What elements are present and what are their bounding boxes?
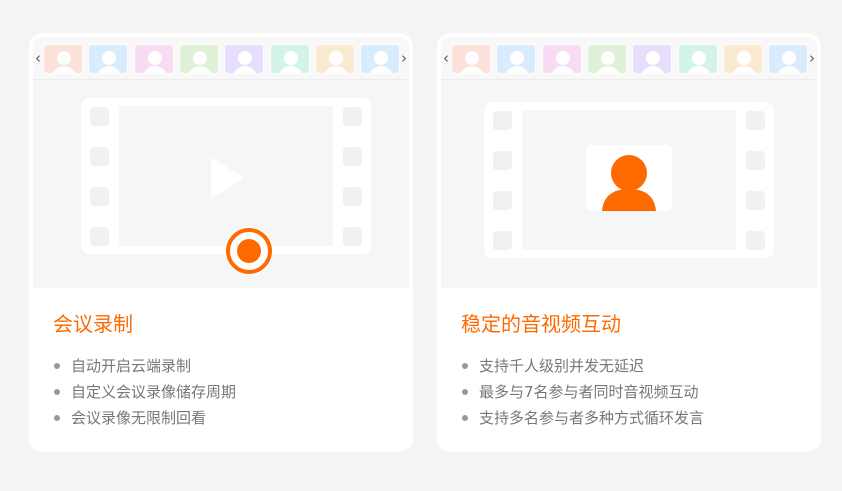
avatar-icon — [283, 51, 298, 65]
participant-thumbnail[interactable] — [314, 44, 355, 74]
strip-next-icon[interactable]: › — [807, 48, 817, 68]
participant-strip: ‹ › — [441, 37, 817, 80]
record-icon[interactable] — [224, 226, 274, 276]
card-illustration: ‹ › — [441, 37, 817, 288]
feature-item: 支持多名参与者多种方式循环发言 — [461, 405, 704, 431]
card-title: 会议录制 — [53, 312, 133, 336]
strip-prev-icon[interactable]: ‹ — [33, 48, 43, 68]
avatar-icon — [374, 51, 389, 65]
feature-item: 自动开启云端录制 — [53, 353, 236, 379]
strip-next-icon[interactable]: › — [399, 48, 409, 68]
participant-thumbnail[interactable] — [722, 44, 763, 74]
feature-item: 会议录像无限制回看 — [53, 405, 236, 431]
avatar-icon — [102, 51, 117, 65]
feature-text: 支持千人级别并发无延迟 — [479, 357, 645, 375]
person-icon — [602, 155, 656, 211]
feature-item: 最多与7名参与者同时音视频互动 — [461, 379, 704, 405]
avatar-icon — [555, 51, 570, 65]
feature-text: 支持多名参与者多种方式循环发言 — [479, 409, 705, 427]
participant-thumbnail[interactable] — [360, 44, 401, 74]
strip-prev-icon[interactable]: ‹ — [441, 48, 451, 68]
avatar-icon — [600, 51, 615, 65]
feature-text: 自动开启云端录制 — [71, 357, 192, 375]
avatar-icon — [238, 51, 253, 65]
participant-thumbnail[interactable] — [451, 44, 491, 74]
participant-tile — [586, 145, 672, 211]
participant-thumbnail[interactable] — [224, 44, 265, 74]
feature-text: 会议录像无限制回看 — [71, 409, 207, 427]
avatar-icon — [465, 51, 479, 65]
bullet-icon — [462, 389, 468, 395]
film-frame — [484, 102, 774, 258]
feature-card-av-interaction: ‹ › 稳定的音视频互动 支持千人级别并发无延迟 最多与7名参与者同时音视频互动… — [437, 33, 821, 452]
avatar-icon — [147, 51, 162, 65]
bullet-icon — [54, 363, 60, 369]
feature-card-recording: ‹ › 会议录制 自动开启云端录制 自定义会议录像储存周期 会议录像无限制回看 — [29, 33, 413, 452]
participant-strip: ‹ › — [33, 37, 409, 80]
participant-thumbnail[interactable] — [43, 44, 83, 74]
participant-thumbnail[interactable] — [541, 44, 582, 74]
card-illustration: ‹ › — [33, 37, 409, 288]
feature-item: 自定义会议录像储存周期 — [53, 379, 236, 405]
participant-thumbnail[interactable] — [88, 44, 129, 74]
avatar-icon — [510, 51, 525, 65]
participant-thumbnail[interactable] — [677, 44, 718, 74]
card-title: 稳定的音视频互动 — [461, 312, 621, 336]
avatar-icon — [736, 51, 751, 65]
bullet-icon — [54, 415, 60, 421]
feature-text: 最多与7名参与者同时音视频互动 — [479, 383, 699, 401]
participant-thumbnail[interactable] — [133, 44, 174, 74]
participant-thumbnail[interactable] — [768, 44, 809, 74]
feature-list: 支持千人级别并发无延迟 最多与7名参与者同时音视频互动 支持多名参与者多种方式循… — [461, 353, 704, 431]
participant-thumbnail[interactable] — [632, 44, 673, 74]
participant-thumbnail[interactable] — [178, 44, 219, 74]
bullet-icon — [462, 415, 468, 421]
avatar-icon — [691, 51, 706, 65]
feature-text: 自定义会议录像储存周期 — [71, 383, 237, 401]
bullet-icon — [462, 363, 468, 369]
avatar-icon — [782, 51, 797, 65]
feature-list: 自动开启云端录制 自定义会议录像储存周期 会议录像无限制回看 — [53, 353, 236, 431]
feature-item: 支持千人级别并发无延迟 — [461, 353, 704, 379]
avatar-icon — [646, 51, 661, 65]
play-icon[interactable] — [208, 155, 244, 201]
participant-thumbnail[interactable] — [586, 44, 627, 74]
participant-thumbnail[interactable] — [269, 44, 310, 74]
bullet-icon — [54, 389, 60, 395]
avatar-icon — [328, 51, 343, 65]
avatar-icon — [192, 51, 207, 65]
avatar-icon — [57, 51, 71, 65]
participant-thumbnail[interactable] — [496, 44, 537, 74]
